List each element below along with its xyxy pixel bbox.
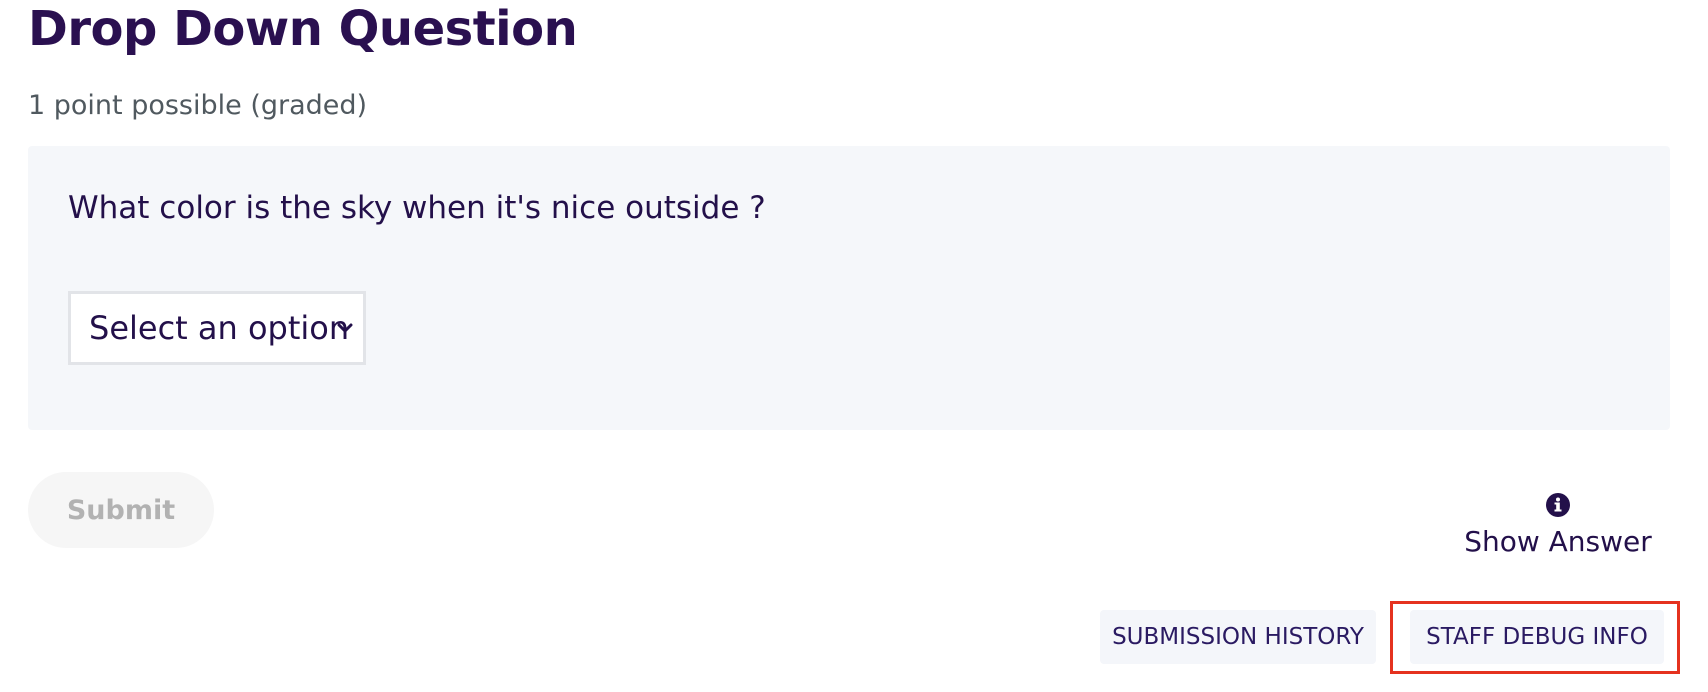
answer-dropdown[interactable]: Select an option: [68, 291, 366, 365]
problem-title: Drop Down Question: [28, 1, 578, 57]
dropdown-selected-value: Select an option: [89, 309, 350, 347]
points-possible: 1 point possible (graded): [28, 90, 368, 121]
info-icon: [1546, 493, 1570, 517]
question-text: What color is the sky when it's nice out…: [68, 190, 766, 226]
chevron-down-icon: [337, 323, 353, 333]
staff-debug-info-button[interactable]: STAFF DEBUG INFO: [1410, 610, 1664, 664]
question-panel: What color is the sky when it's nice out…: [28, 146, 1670, 430]
submission-history-button[interactable]: SUBMISSION HISTORY: [1100, 610, 1376, 664]
show-answer-label: Show Answer: [1464, 525, 1652, 558]
show-answer-button[interactable]: Show Answer: [1460, 492, 1656, 560]
submit-button[interactable]: Submit: [28, 472, 214, 548]
